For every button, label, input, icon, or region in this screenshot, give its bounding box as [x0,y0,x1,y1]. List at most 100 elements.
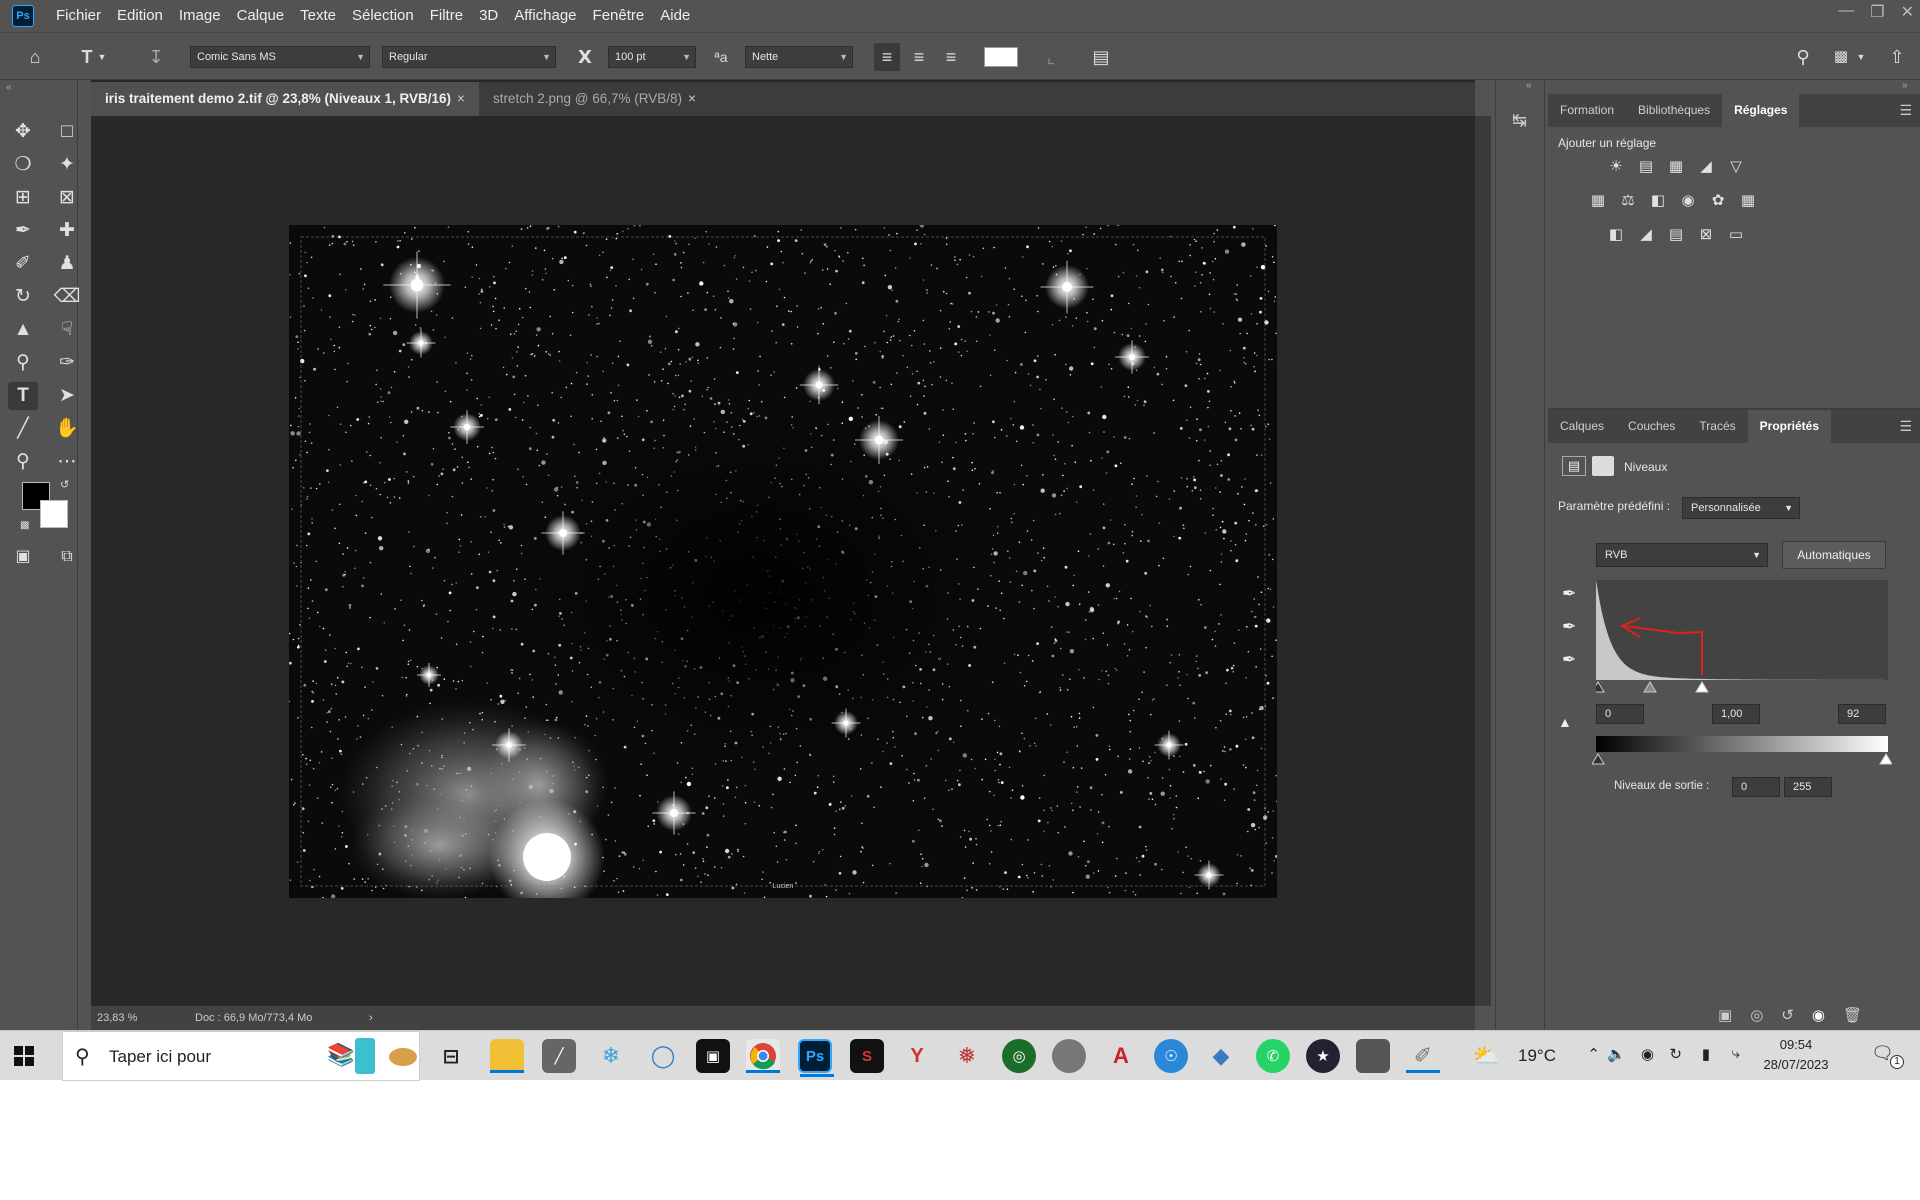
tab-formation[interactable]: Formation [1548,94,1626,127]
preset-select[interactable]: Personnalisée ▼ [1682,497,1800,519]
menu-calque[interactable]: Calque [229,0,293,32]
paint-icon[interactable]: ✐ [1406,1039,1440,1073]
tab-reglages[interactable]: Réglages [1722,94,1800,127]
posterize-icon[interactable]: ◢ [1636,226,1656,244]
line-tool-icon[interactable]: ╱ [8,415,38,443]
chrome-icon[interactable] [746,1039,780,1073]
layer-mask-icon[interactable] [1592,456,1614,476]
healing-brush-tool-icon[interactable]: ✚ [52,217,82,245]
brightness-contrast-icon[interactable]: ☀ [1606,158,1626,176]
text-color-swatch[interactable] [984,47,1018,67]
threshold-icon[interactable]: ▤ [1666,226,1686,244]
default-colors-icon[interactable]: ▩ [20,520,29,531]
pen-tool-icon[interactable]: ✑ [52,349,82,377]
collapse-icon[interactable]: « [6,82,12,93]
chevron-down-icon[interactable]: ▼ [96,43,108,71]
history-brush-tool-icon[interactable]: ↻ [8,283,38,311]
app-icon-target[interactable]: ◎ [1002,1039,1036,1073]
minimize-icon[interactable]: — [1838,2,1854,22]
app-icon-galaxy[interactable]: ❅ [950,1039,984,1073]
input-black-slider[interactable] [1596,681,1605,693]
input-gamma-field[interactable]: 1,00 [1712,704,1760,724]
document-tab-active[interactable]: iris traitement demo 2.tif @ 23,8% (Nive… [91,82,479,116]
collapse-icon[interactable]: « [1526,80,1532,91]
clip-to-layer-icon[interactable]: ▣ [1718,1006,1732,1024]
vertical-scrollbar[interactable] [1475,116,1491,1006]
taskbar-search-box[interactable]: ⚲ Taper ici pour 📚 [62,1031,420,1081]
app-icon-snowflake[interactable]: ❄ [594,1039,628,1073]
chevron-up-icon[interactable]: ⌃ [1587,1045,1600,1063]
close-tab-icon[interactable]: × [688,91,696,106]
file-explorer-icon[interactable] [490,1039,524,1073]
smudge-tool-icon[interactable]: ☟ [52,316,82,344]
font-size-select[interactable]: 100 pt ▼ [608,46,696,68]
dodge-tool-icon[interactable]: ⚲ [8,349,38,377]
app-icon-blue-circle[interactable]: ☉ [1154,1039,1188,1073]
tab-bibliotheques[interactable]: Bibliothèques [1626,94,1722,127]
battery-icon[interactable]: ▮ [1702,1045,1710,1063]
task-view-icon[interactable]: ⊟ [434,1039,468,1073]
photoshop-taskbar-icon[interactable]: Ps [798,1039,834,1077]
app-icon-a[interactable]: A [1104,1039,1138,1073]
tab-traces[interactable]: Tracés [1687,410,1747,443]
document-tab[interactable]: stretch 2.png @ 66,7% (RVB/8) × [479,82,710,116]
eyedropper-tool-icon[interactable]: ✒ [8,217,38,245]
input-gamma-slider[interactable] [1643,681,1657,693]
font-style-select[interactable]: Regular ▼ [382,46,556,68]
app-icon-window[interactable]: ▣ [696,1039,730,1073]
magic-wand-tool-icon[interactable]: ✦ [52,151,82,179]
menu-texte[interactable]: Texte [292,0,344,32]
marquee-tool-icon[interactable]: □ [52,118,82,146]
app-icon-sn[interactable]: S [850,1039,884,1073]
photo-filter-icon[interactable]: ◉ [1678,192,1698,210]
screen-mode-icon[interactable]: ⧉ [52,543,82,571]
history-panel-icon[interactable]: ↹ [1512,110,1527,131]
document-canvas[interactable]: Lucien [289,225,1277,898]
more-tools-icon[interactable]: ⋯ [52,448,82,476]
volume-icon[interactable]: 🔈 [1607,1045,1626,1063]
lasso-tool-icon[interactable]: ❍ [8,151,38,179]
visibility-icon[interactable]: ◉ [1812,1006,1825,1024]
app-icon-orbit[interactable]: ◯ [646,1039,680,1073]
font-family-select[interactable]: Comic Sans MS ▼ [190,46,370,68]
chevron-down-icon[interactable]: ▼ [1855,43,1867,71]
search-icon[interactable]: ⚲ [1790,43,1816,71]
clock-time[interactable]: 09:54 [1756,1037,1836,1052]
tab-couches[interactable]: Couches [1616,410,1687,443]
crop-tool-icon[interactable]: ⊞ [8,184,38,212]
tab-calques[interactable]: Calques [1548,410,1616,443]
curves-icon[interactable]: ▦ [1666,158,1686,176]
black-point-eyedropper-icon[interactable]: ✒ [1562,584,1576,604]
panel-menu-icon[interactable]: ☰ [1899,418,1912,435]
type-tool-icon[interactable]: T [8,382,38,410]
app-icon-night-sky[interactable]: ★ [1306,1039,1340,1073]
menu-edition[interactable]: Edition [109,0,171,32]
invert-icon[interactable]: ◧ [1606,226,1626,244]
auto-button[interactable]: Automatiques [1782,541,1886,569]
share-icon[interactable]: ⇧ [1884,43,1910,71]
menu-aide[interactable]: Aide [652,0,698,32]
align-left-icon[interactable]: ≡ [874,43,900,71]
input-white-field[interactable]: 92 [1838,704,1886,724]
menu-fichier[interactable]: Fichier [48,0,109,32]
antialias-select[interactable]: Nette ▼ [745,46,853,68]
update-icon[interactable]: ↻ [1669,1045,1682,1063]
app-icon-diamond[interactable]: ◆ [1204,1039,1238,1073]
app-icon-photo[interactable] [1356,1039,1390,1073]
brush-tool-icon[interactable]: ✐ [8,250,38,278]
temperature[interactable]: 19°C [1518,1046,1556,1066]
close-tab-icon[interactable]: × [457,91,465,106]
view-previous-icon[interactable]: ◎ [1750,1006,1763,1024]
status-menu-arrow[interactable]: › [369,1006,373,1030]
menu-3d[interactable]: 3D [471,0,506,32]
output-white-field[interactable]: 255 [1784,777,1832,797]
menu-selection[interactable]: Sélection [344,0,422,32]
input-white-slider[interactable] [1695,681,1709,693]
close-icon[interactable]: ✕ [1901,2,1914,22]
warp-text-icon[interactable]: ⌞ [1038,43,1064,71]
white-point-eyedropper-icon[interactable]: ✒ [1562,650,1576,670]
input-black-field[interactable]: 0 [1596,704,1644,724]
expand-icon[interactable]: » [1902,80,1908,91]
vibrance-icon[interactable]: ▽ [1726,158,1746,176]
clock-date[interactable]: 28/07/2023 [1756,1057,1836,1072]
